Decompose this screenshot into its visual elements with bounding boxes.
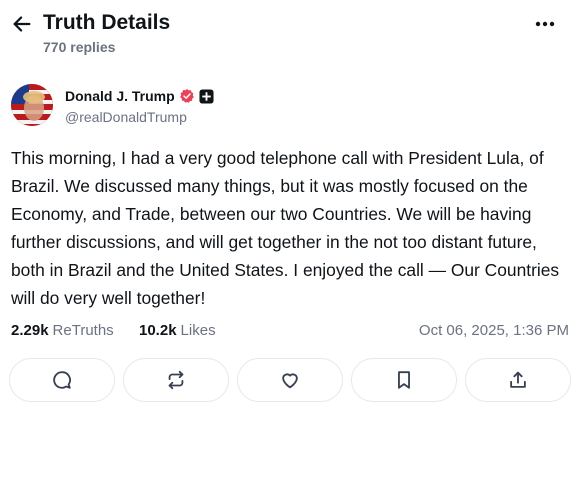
retruths-stat[interactable]: 2.29k ReTruths (11, 321, 114, 341)
likes-count: 10.2k (139, 322, 177, 339)
arrow-left-icon (13, 16, 31, 32)
back-button[interactable] (10, 12, 34, 36)
post-text: This morning, I had a very good telephon… (11, 148, 560, 308)
avatar[interactable] (11, 84, 53, 126)
author-name[interactable]: Donald J. Trump (65, 87, 175, 105)
page-header: Truth Details 770 replies (0, 0, 577, 64)
share-button[interactable] (465, 358, 571, 402)
likes-stat[interactable]: 10.2k Likes (139, 321, 216, 341)
more-options-button[interactable] (533, 14, 557, 34)
author-handle[interactable]: @realDonaldTrump (65, 108, 187, 126)
retruth-icon (168, 370, 184, 390)
like-button[interactable] (237, 358, 343, 402)
retruth-button[interactable] (123, 358, 229, 402)
plus-badge-icon (199, 88, 215, 104)
flag-portrait-icon (11, 84, 53, 126)
share-icon (510, 371, 526, 388)
action-bar (9, 358, 571, 402)
likes-label: Likes (180, 322, 216, 339)
bookmark-button[interactable] (351, 358, 457, 402)
reply-icon (53, 371, 71, 389)
post-timestamp: Oct 06, 2025, 1:36 PM (418, 322, 569, 339)
post-stats: 2.29k ReTruths 10.2k Likes Oct 06, 2025,… (11, 321, 569, 341)
page-title: Truth Details (43, 11, 171, 34)
reply-button[interactable] (9, 358, 115, 402)
bookmark-icon (398, 371, 410, 389)
reply-count: 770 replies (43, 39, 116, 55)
author-name-row[interactable]: Donald J. Trump (65, 87, 215, 105)
heart-icon (282, 373, 298, 389)
more-horizontal-icon (535, 21, 555, 27)
retruths-label: ReTruths (52, 322, 114, 339)
verified-badge-icon (179, 88, 195, 104)
retruths-count: 2.29k (11, 322, 49, 339)
